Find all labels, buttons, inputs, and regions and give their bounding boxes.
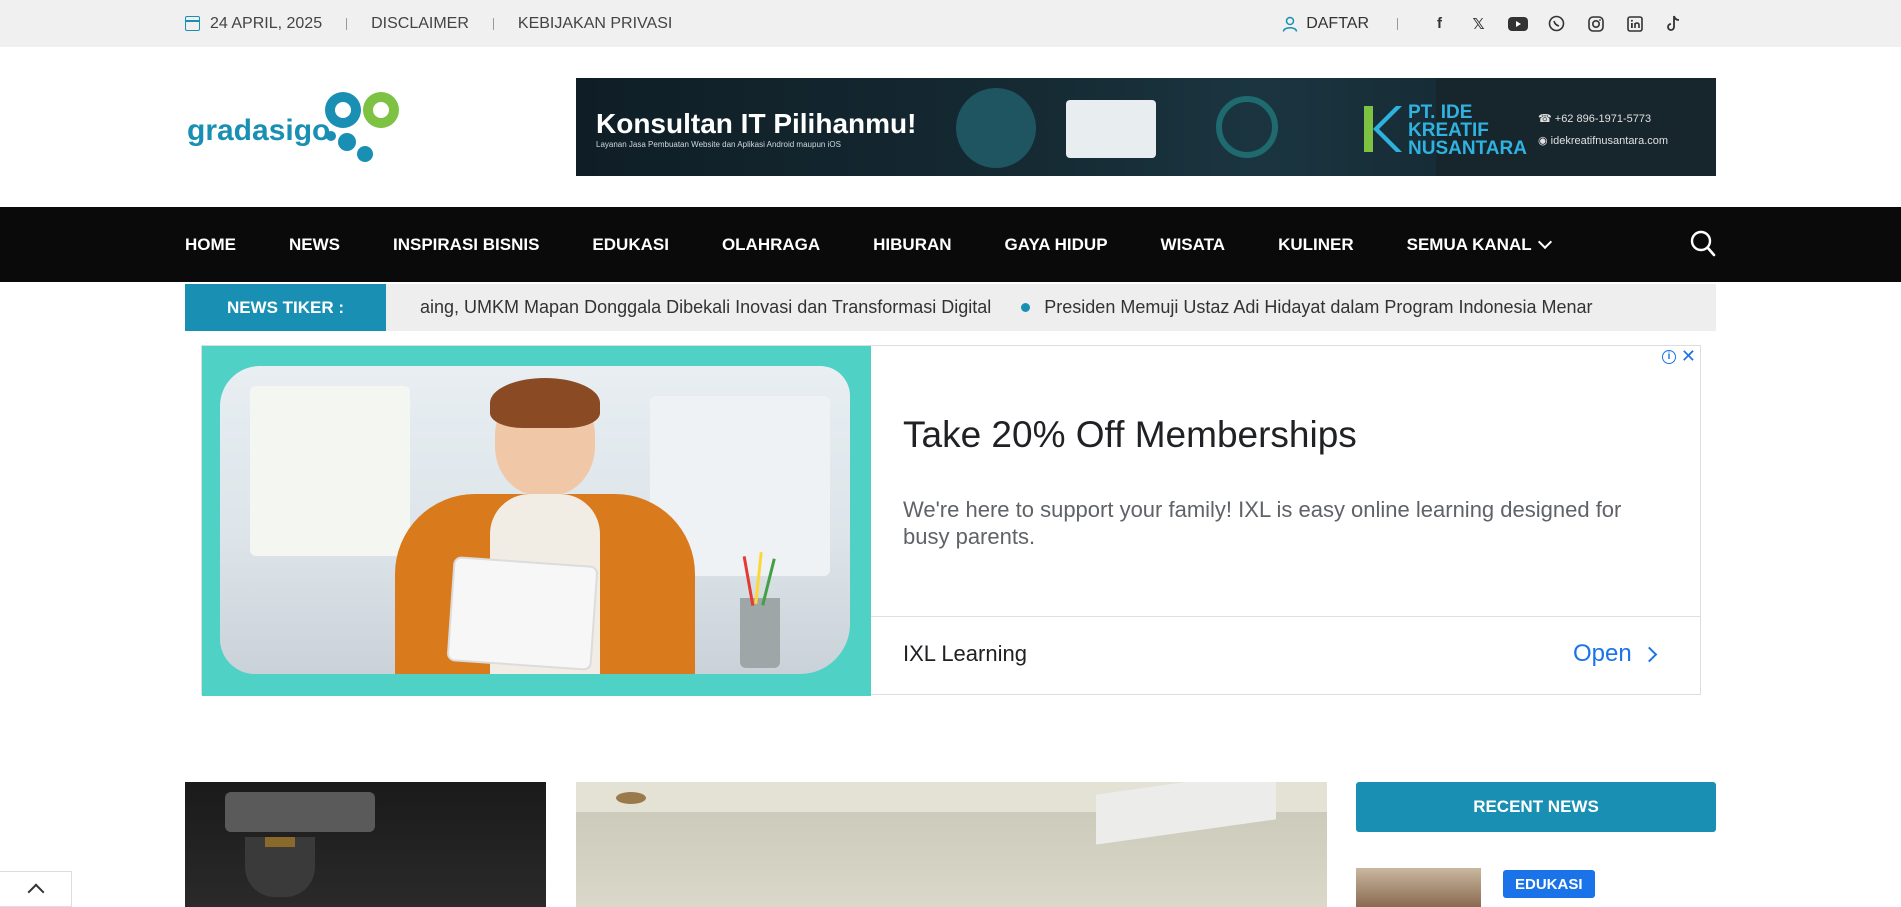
main-article-image[interactable] <box>576 782 1327 907</box>
calendar-icon <box>185 16 200 31</box>
banner-contact: ☎ +62 896-1971-5773 ◉ idekreatifnusantar… <box>1538 108 1668 152</box>
ad-open-button[interactable]: Open <box>1573 640 1657 668</box>
chevron-down-icon <box>1537 234 1552 249</box>
banner-title: Konsultan IT Pilihanmu! <box>596 108 917 139</box>
nav-item-semua-kanal[interactable]: SEMUA KANAL <box>1406 234 1552 255</box>
company-name-line: NUSANTARA <box>1408 138 1527 159</box>
article-photo-detail <box>616 792 646 804</box>
nav-item-gaya-hidup[interactable]: GAYA HIDUP <box>1005 235 1108 255</box>
date-display: 24 APRIL, 2025 <box>185 15 322 33</box>
divider <box>1397 17 1398 30</box>
header-banner-ad[interactable]: Konsultan IT Pilihanmu! Layanan Jasa Pem… <box>576 78 1716 176</box>
main-nav: HOME NEWS INSPIRASI BISNIS EDUKASI OLAHR… <box>0 207 1901 282</box>
nav-item-news[interactable]: NEWS <box>289 235 340 255</box>
ticker-item[interactable]: Presiden Memuji Ustaz Adi Hidayat dalam … <box>1044 297 1592 318</box>
nav-item-kuliner[interactable]: KULINER <box>1278 235 1354 255</box>
ticker-label: NEWS TIKER : <box>185 284 386 331</box>
register-link[interactable]: DAFTAR <box>1306 15 1369 33</box>
x-icon[interactable]: 𝕏 <box>1459 14 1498 34</box>
article-photo-detail <box>1096 782 1276 845</box>
divider <box>346 17 348 30</box>
ticker-item[interactable]: aing, UMKM Mapan Donggala Dibekali Inova… <box>420 297 991 318</box>
ad-open-label: Open <box>1573 640 1632 667</box>
divider <box>492 17 494 30</box>
nav-item-wisata[interactable]: WISATA <box>1161 235 1226 255</box>
banner-phone-text: +62 896-1971-5773 <box>1554 113 1652 125</box>
nav-item-hiburan[interactable]: HIBURAN <box>873 235 951 255</box>
recent-news-heading: RECENT NEWS <box>1356 782 1716 832</box>
ad-info-icon[interactable]: i <box>1662 350 1676 364</box>
banner-website-text: idekreatifnusantara.com <box>1550 135 1669 147</box>
display-ad[interactable]: i ✕ Take 20% Off Memberships We're here … <box>201 345 1701 696</box>
news-ticker: NEWS TIKER : aing, UMKM Mapan Donggala D… <box>185 284 1716 331</box>
ad-photo-hair <box>490 378 600 428</box>
search-icon[interactable] <box>1690 230 1716 258</box>
banner-phone: ☎ +62 896-1971-5773 <box>1538 113 1652 125</box>
ad-photo <box>220 366 850 674</box>
ad-advertiser[interactable]: IXL Learning <box>903 641 1027 667</box>
company-logo-icon <box>1364 106 1402 152</box>
recent-news-thumbnail[interactable] <box>1356 868 1481 907</box>
ticker-bullet <box>1021 303 1031 312</box>
top-bar: 24 APRIL, 2025 DISCLAIMER KEBIJAKAN PRIV… <box>0 0 1901 47</box>
nav-item-inspirasi-bisnis[interactable]: INSPIRASI BISNIS <box>393 235 539 255</box>
site-logo[interactable]: gradasigo <box>185 88 425 168</box>
ad-photo-window <box>250 386 410 556</box>
nav-item-olahraga[interactable]: OLAHRAGA <box>722 235 820 255</box>
privacy-policy-link[interactable]: KEBIJAKAN PRIVASI <box>518 15 672 33</box>
banner-website: ◉ idekreatifnusantara.com <box>1538 135 1669 147</box>
banner-company-name: PT. IDE KREATIF NUSANTARA <box>1408 103 1527 159</box>
ticker-track: aing, UMKM Mapan Donggala Dibekali Inova… <box>420 284 1593 331</box>
chevron-up-icon <box>27 883 44 901</box>
ad-close-icon[interactable]: ✕ <box>1681 346 1696 367</box>
logo-mark-icon <box>325 92 399 162</box>
article-photo-detail <box>225 792 375 832</box>
disclaimer-link[interactable]: DISCLAIMER <box>371 15 469 33</box>
nav-item-edukasi[interactable]: EDUKASI <box>592 235 669 255</box>
user-icon <box>1282 16 1298 32</box>
top-bar-right: DAFTAR f 𝕏 <box>1282 0 1693 47</box>
instagram-icon[interactable] <box>1576 14 1615 34</box>
banner-decoration <box>1066 100 1156 158</box>
ad-divider <box>871 616 1701 617</box>
ad-photo-cup <box>740 598 780 668</box>
banner-decoration <box>956 88 1036 168</box>
ad-description: We're here to support your family! IXL i… <box>903 497 1622 549</box>
category-badge[interactable]: EDUKASI <box>1503 870 1595 898</box>
logo-text: gradasigo <box>187 114 331 147</box>
chevron-right-icon <box>1641 646 1657 662</box>
tiktok-icon[interactable] <box>1654 14 1693 34</box>
ad-image[interactable] <box>202 346 871 696</box>
ad-title[interactable]: Take 20% Off Memberships <box>903 414 1357 456</box>
article-photo-detail <box>265 837 295 847</box>
featured-article-image[interactable] <box>185 782 546 907</box>
ad-photo-tablet <box>446 556 599 671</box>
youtube-icon[interactable] <box>1498 14 1537 34</box>
nav-item-home[interactable]: HOME <box>185 235 236 255</box>
top-bar-left: 24 APRIL, 2025 DISCLAIMER KEBIJAKAN PRIV… <box>185 0 672 47</box>
social-links: f 𝕏 <box>1420 14 1693 34</box>
back-to-top-button[interactable] <box>0 871 72 907</box>
banner-decoration <box>1216 96 1278 158</box>
facebook-icon[interactable]: f <box>1420 14 1459 34</box>
nav-item-label: SEMUA KANAL <box>1406 234 1532 254</box>
banner-subtitle: Layanan Jasa Pembuatan Website dan Aplik… <box>596 140 841 149</box>
whatsapp-icon[interactable] <box>1537 14 1576 34</box>
date-text: 24 APRIL, 2025 <box>210 14 323 32</box>
linkedin-icon[interactable] <box>1615 14 1654 34</box>
